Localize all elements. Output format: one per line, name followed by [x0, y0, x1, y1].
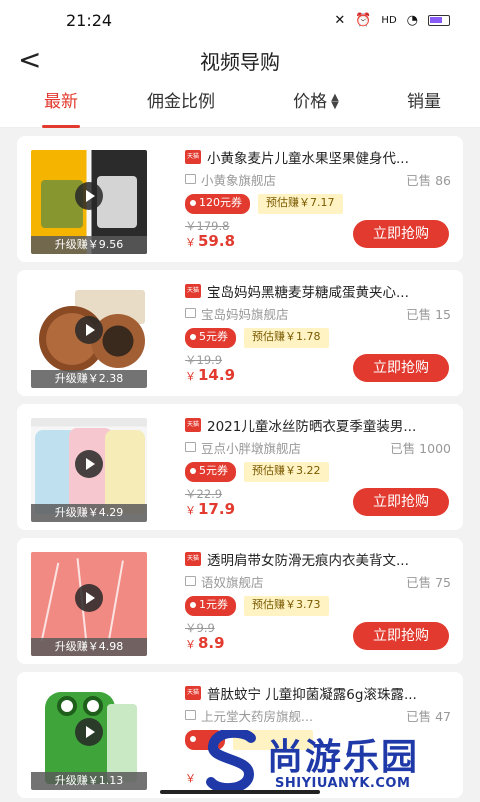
currency-symbol: ￥: [185, 370, 196, 383]
price-value: 17.9: [198, 500, 236, 518]
coupon-badge: 5元券: [185, 462, 236, 482]
price-value: 59.8: [198, 232, 236, 250]
estimated-earn-badge: 预估赚￥3.73: [244, 596, 329, 616]
upgrade-earn-label: 升级赚￥2.38: [31, 370, 147, 388]
sold-count: 已售 1000: [390, 440, 451, 456]
tab-sales[interactable]: 销量: [404, 80, 444, 128]
tab-latest-label: 最新: [44, 91, 78, 112]
sold-count: 已售 15: [406, 306, 451, 322]
product-card[interactable]: 升级赚￥4.98 天猫 透明肩带女防滑无痕内衣美背文... 语奴旗舰店 已售 7…: [17, 538, 463, 664]
currency-symbol: ￥: [185, 504, 196, 517]
status-icons: ✕ ⏰ HD ◔: [334, 13, 450, 28]
coupon-badge: 5元券: [185, 328, 236, 348]
upgrade-earn-label: 升级赚￥4.98: [31, 638, 147, 656]
product-card[interactable]: 升级赚￥9.56 天猫 小黄象麦片儿童水果坚果健身代... 小黄象旗舰店 已售 …: [17, 136, 463, 262]
tmall-badge: 天猫: [185, 284, 201, 298]
play-icon[interactable]: [75, 315, 103, 344]
product-thumbnail[interactable]: 升级赚￥1.13: [31, 686, 147, 790]
wifi-icon: ◔: [406, 12, 418, 28]
product-title[interactable]: 小黄象麦片儿童水果坚果健身代...: [207, 147, 409, 167]
product-title[interactable]: 宝岛妈妈黑糖麦芽糖咸蛋黄夹心...: [207, 281, 409, 301]
alarm-icon: ⏰: [355, 12, 372, 28]
sold-count: 已售 86: [406, 172, 451, 188]
currency-symbol: ￥: [185, 772, 196, 785]
coupon-badge: 1元券: [185, 596, 236, 616]
play-icon[interactable]: [75, 449, 103, 478]
tmall-badge: 天猫: [185, 418, 201, 432]
back-button[interactable]: <: [18, 44, 41, 76]
play-icon[interactable]: [75, 583, 103, 612]
tab-price-label: 价格: [293, 91, 328, 112]
sold-count: 已售 47: [406, 708, 451, 724]
sort-arrows-icon: ▲ ▼: [331, 91, 339, 111]
shop-name: 宝岛妈妈旗舰店: [201, 306, 289, 322]
tmall-badge: 天猫: [185, 150, 201, 164]
currency-symbol: ￥: [185, 236, 196, 249]
price-value: 8.9: [198, 634, 225, 652]
tmall-badge: 天猫: [185, 686, 201, 700]
shop-name: 语奴旗舰店: [201, 574, 264, 590]
product-thumbnail[interactable]: 升级赚￥2.38: [31, 284, 147, 388]
tab-price[interactable]: 价格 ▲ ▼: [286, 80, 346, 128]
upgrade-earn-label: 升级赚￥9.56: [31, 236, 147, 254]
store-icon: [185, 710, 196, 720]
upgrade-earn-label: 升级赚￥4.29: [31, 504, 147, 522]
home-indicator: [160, 790, 320, 794]
product-thumbnail[interactable]: 升级赚￥4.29: [31, 418, 147, 522]
estimated-earn-badge: 预估赚￥1.78: [244, 328, 329, 348]
status-bar: 21:24 ✕ ⏰ HD ◔: [0, 0, 480, 40]
tmall-badge: 天猫: [185, 552, 201, 566]
shop-name: 豆点小胖墩旗舰店: [201, 440, 302, 456]
product-thumbnail[interactable]: 升级赚￥9.56: [31, 150, 147, 254]
status-time: 21:24: [66, 10, 113, 30]
product-card[interactable]: 升级赚￥2.38 天猫 宝岛妈妈黑糖麦芽糖咸蛋黄夹心... 宝岛妈妈旗舰店 已售…: [17, 270, 463, 396]
estimated-earn-badge: 预估赚￥3.22: [244, 462, 329, 482]
nav-bar: < 视频导购: [0, 40, 480, 80]
store-icon: [185, 442, 196, 452]
play-icon[interactable]: [75, 181, 103, 210]
estimated-earn-badge: 预估赚￥7.17: [258, 194, 343, 214]
hd-icon: HD: [381, 14, 397, 26]
mute-icon: ✕: [334, 12, 346, 28]
buy-now-button[interactable]: 立即抢购: [353, 354, 449, 382]
product-title[interactable]: 2021儿童冰丝防晒衣夏季童装男...: [207, 415, 416, 435]
page-title: 视频导购: [200, 49, 280, 74]
buy-now-button[interactable]: 立即抢购: [353, 220, 449, 248]
tab-commission-label: 佣金比例: [147, 91, 215, 112]
watermark-brand: 尚游乐园: [267, 737, 420, 778]
buy-now-button[interactable]: 立即抢购: [353, 488, 449, 516]
product-card[interactable]: 升级赚￥4.29 天猫 2021儿童冰丝防晒衣夏季童装男... 豆点小胖墩旗舰店…: [17, 404, 463, 530]
product-thumbnail[interactable]: 升级赚￥4.98: [31, 552, 147, 656]
buy-now-button[interactable]: 立即抢购: [353, 622, 449, 650]
product-title[interactable]: 透明肩带女防滑无痕内衣美背文...: [207, 549, 409, 569]
price-value: 14.9: [198, 366, 236, 384]
store-icon: [185, 308, 196, 318]
store-icon: [185, 576, 196, 586]
coupon-badge: 120元券: [185, 194, 250, 214]
watermark-s-icon: [206, 730, 256, 792]
sort-tabs: 最新 佣金比例 价格 ▲ ▼ 销量: [0, 80, 480, 128]
shop-name: 上元堂大药房旗舰...: [201, 708, 313, 724]
tab-sales-label: 销量: [407, 91, 441, 112]
shop-name: 小黄象旗舰店: [201, 172, 277, 188]
sold-count: 已售 75: [406, 574, 451, 590]
tab-latest[interactable]: 最新: [42, 80, 80, 128]
tab-commission[interactable]: 佣金比例: [144, 80, 218, 128]
play-icon[interactable]: [75, 717, 103, 746]
watermark-domain: SHIYIUANYK.COM: [275, 776, 411, 791]
product-title[interactable]: 普肽蚊宁 儿童抑菌凝露6g滚珠露...: [207, 683, 417, 703]
store-icon: [185, 174, 196, 184]
upgrade-earn-label: 升级赚￥1.13: [31, 772, 147, 790]
currency-symbol: ￥: [185, 638, 196, 651]
battery-icon: [428, 14, 450, 26]
product-list: 升级赚￥9.56 天猫 小黄象麦片儿童水果坚果健身代... 小黄象旗舰店 已售 …: [0, 128, 480, 798]
